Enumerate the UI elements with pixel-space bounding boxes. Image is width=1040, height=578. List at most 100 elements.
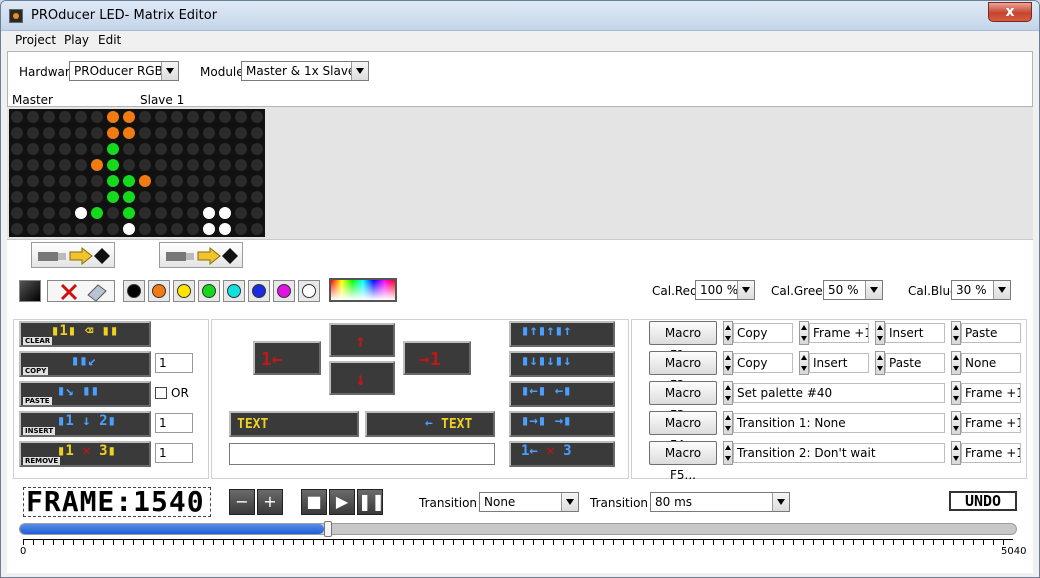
led-pixel[interactable] bbox=[155, 175, 167, 187]
shift-left-button[interactable]: 1← bbox=[253, 341, 321, 375]
usb-upload-button[interactable] bbox=[31, 242, 115, 268]
led-pixel[interactable] bbox=[235, 127, 247, 139]
usb-download-button[interactable] bbox=[159, 242, 243, 268]
led-pixel[interactable] bbox=[75, 159, 87, 171]
led-pixel[interactable] bbox=[107, 143, 119, 155]
led-pixel[interactable] bbox=[27, 143, 39, 155]
led-pixel[interactable] bbox=[27, 175, 39, 187]
led-pixel[interactable] bbox=[123, 223, 135, 235]
led-pixel[interactable] bbox=[155, 111, 167, 123]
led-pixel[interactable] bbox=[155, 127, 167, 139]
led-pixel[interactable] bbox=[11, 159, 23, 171]
minus-button[interactable]: − bbox=[229, 489, 255, 515]
shift-right-button[interactable]: →1 bbox=[403, 341, 471, 375]
led-pixel[interactable] bbox=[27, 191, 39, 203]
macro-f4-step1[interactable]: Transition 1: None bbox=[733, 413, 945, 433]
led-pixel[interactable] bbox=[235, 223, 247, 235]
led-pixel[interactable] bbox=[155, 223, 167, 235]
led-pixel[interactable] bbox=[139, 111, 151, 123]
led-pixel[interactable] bbox=[59, 111, 71, 123]
macro-f1-step3-stepper[interactable] bbox=[875, 321, 885, 345]
led-pixel[interactable] bbox=[123, 143, 135, 155]
led-pixel[interactable] bbox=[75, 127, 87, 139]
led-pixel[interactable] bbox=[27, 207, 39, 219]
led-pixel[interactable] bbox=[59, 159, 71, 171]
led-pixel[interactable] bbox=[43, 143, 55, 155]
play-button[interactable]: ▶ bbox=[329, 489, 355, 515]
macro-f1-step4-stepper[interactable] bbox=[951, 321, 961, 345]
led-pixel[interactable] bbox=[27, 223, 39, 235]
macro-f1-step1-stepper[interactable] bbox=[723, 321, 733, 345]
clear-button[interactable]: ▮1▮ ⌫ ▮▮ CLEAR bbox=[19, 321, 151, 347]
led-pixel[interactable] bbox=[27, 111, 39, 123]
shift-down-button[interactable]: ↓ bbox=[329, 361, 395, 395]
color-swatch-blue[interactable] bbox=[248, 280, 270, 302]
led-pixel[interactable] bbox=[43, 111, 55, 123]
led-pixel[interactable] bbox=[187, 111, 199, 123]
menu-play[interactable]: Play bbox=[64, 33, 89, 47]
led-pixel[interactable] bbox=[139, 191, 151, 203]
led-pixel[interactable] bbox=[187, 127, 199, 139]
led-pixel[interactable] bbox=[187, 223, 199, 235]
macro-f3-step2-stepper[interactable] bbox=[951, 381, 961, 405]
led-pixel[interactable] bbox=[91, 175, 103, 187]
led-pixel[interactable] bbox=[251, 111, 263, 123]
led-pixel[interactable] bbox=[123, 159, 135, 171]
led-pixel[interactable] bbox=[59, 207, 71, 219]
copy-button[interactable]: ▮▮↙ COPY bbox=[19, 351, 151, 377]
led-pixel[interactable] bbox=[203, 191, 215, 203]
led-pixel[interactable] bbox=[11, 191, 23, 203]
led-pixel[interactable] bbox=[171, 223, 183, 235]
led-pixel[interactable] bbox=[171, 143, 183, 155]
led-pixel[interactable] bbox=[171, 207, 183, 219]
color-swatch-magenta[interactable] bbox=[273, 280, 295, 302]
led-pixel[interactable] bbox=[11, 111, 23, 123]
led-pixel[interactable] bbox=[123, 207, 135, 219]
macro-f3-button[interactable]: Macro F3... bbox=[649, 381, 717, 422]
macro-f2-step3-stepper[interactable] bbox=[875, 351, 885, 375]
led-pixel[interactable] bbox=[107, 111, 119, 123]
led-pixel[interactable] bbox=[11, 143, 23, 155]
led-pixel[interactable] bbox=[59, 175, 71, 187]
led-pixel[interactable] bbox=[139, 175, 151, 187]
pause-button[interactable]: ❚❚ bbox=[357, 489, 385, 515]
cal-green-select[interactable]: 50 % bbox=[823, 280, 883, 300]
paste-button[interactable]: ▮↘ ▮▮ PASTE bbox=[19, 381, 151, 407]
led-pixel[interactable] bbox=[219, 127, 231, 139]
color-swatch-cyan[interactable] bbox=[223, 280, 245, 302]
macro-f2-button[interactable]: Macro F2... bbox=[649, 351, 717, 392]
macro-f4-step1-stepper[interactable] bbox=[723, 411, 733, 435]
led-pixel[interactable] bbox=[11, 175, 23, 187]
led-pixel[interactable] bbox=[43, 175, 55, 187]
led-pixel[interactable] bbox=[139, 127, 151, 139]
scroll-up-button[interactable]: ▮↑▮↑▮↑ bbox=[509, 321, 615, 347]
led-pixel[interactable] bbox=[235, 175, 247, 187]
led-pixel[interactable] bbox=[59, 191, 71, 203]
led-pixel[interactable] bbox=[91, 159, 103, 171]
color-swatch-yellow[interactable] bbox=[173, 280, 195, 302]
macro-f5-button[interactable]: Macro F5... bbox=[649, 441, 717, 482]
led-pixel[interactable] bbox=[235, 207, 247, 219]
led-pixel[interactable] bbox=[75, 111, 87, 123]
led-pixel[interactable] bbox=[251, 127, 263, 139]
led-pixel[interactable] bbox=[219, 143, 231, 155]
transition2-select[interactable]: 80 ms bbox=[650, 492, 790, 512]
macro-f2-step4[interactable]: None bbox=[961, 353, 1021, 373]
transition1-select[interactable]: None bbox=[479, 492, 579, 512]
undo-button[interactable]: UNDO bbox=[949, 491, 1017, 511]
led-pixel[interactable] bbox=[107, 223, 119, 235]
led-pixel[interactable] bbox=[107, 191, 119, 203]
macro-f3-step1-stepper[interactable] bbox=[723, 381, 733, 405]
led-pixel[interactable] bbox=[59, 143, 71, 155]
macro-f1-step2-stepper[interactable] bbox=[799, 321, 809, 345]
led-pixel[interactable] bbox=[75, 143, 87, 155]
module-select[interactable]: Master & 1x Slave bbox=[241, 61, 369, 81]
led-pixel[interactable] bbox=[91, 127, 103, 139]
shift-up-button[interactable]: ↑ bbox=[329, 323, 395, 357]
led-pixel[interactable] bbox=[91, 111, 103, 123]
led-pixel[interactable] bbox=[27, 159, 39, 171]
macro-f1-step1[interactable]: Copy bbox=[733, 323, 793, 343]
macro-f2-step4-stepper[interactable] bbox=[951, 351, 961, 375]
macro-f2-step1-stepper[interactable] bbox=[723, 351, 733, 375]
led-pixel[interactable] bbox=[75, 223, 87, 235]
